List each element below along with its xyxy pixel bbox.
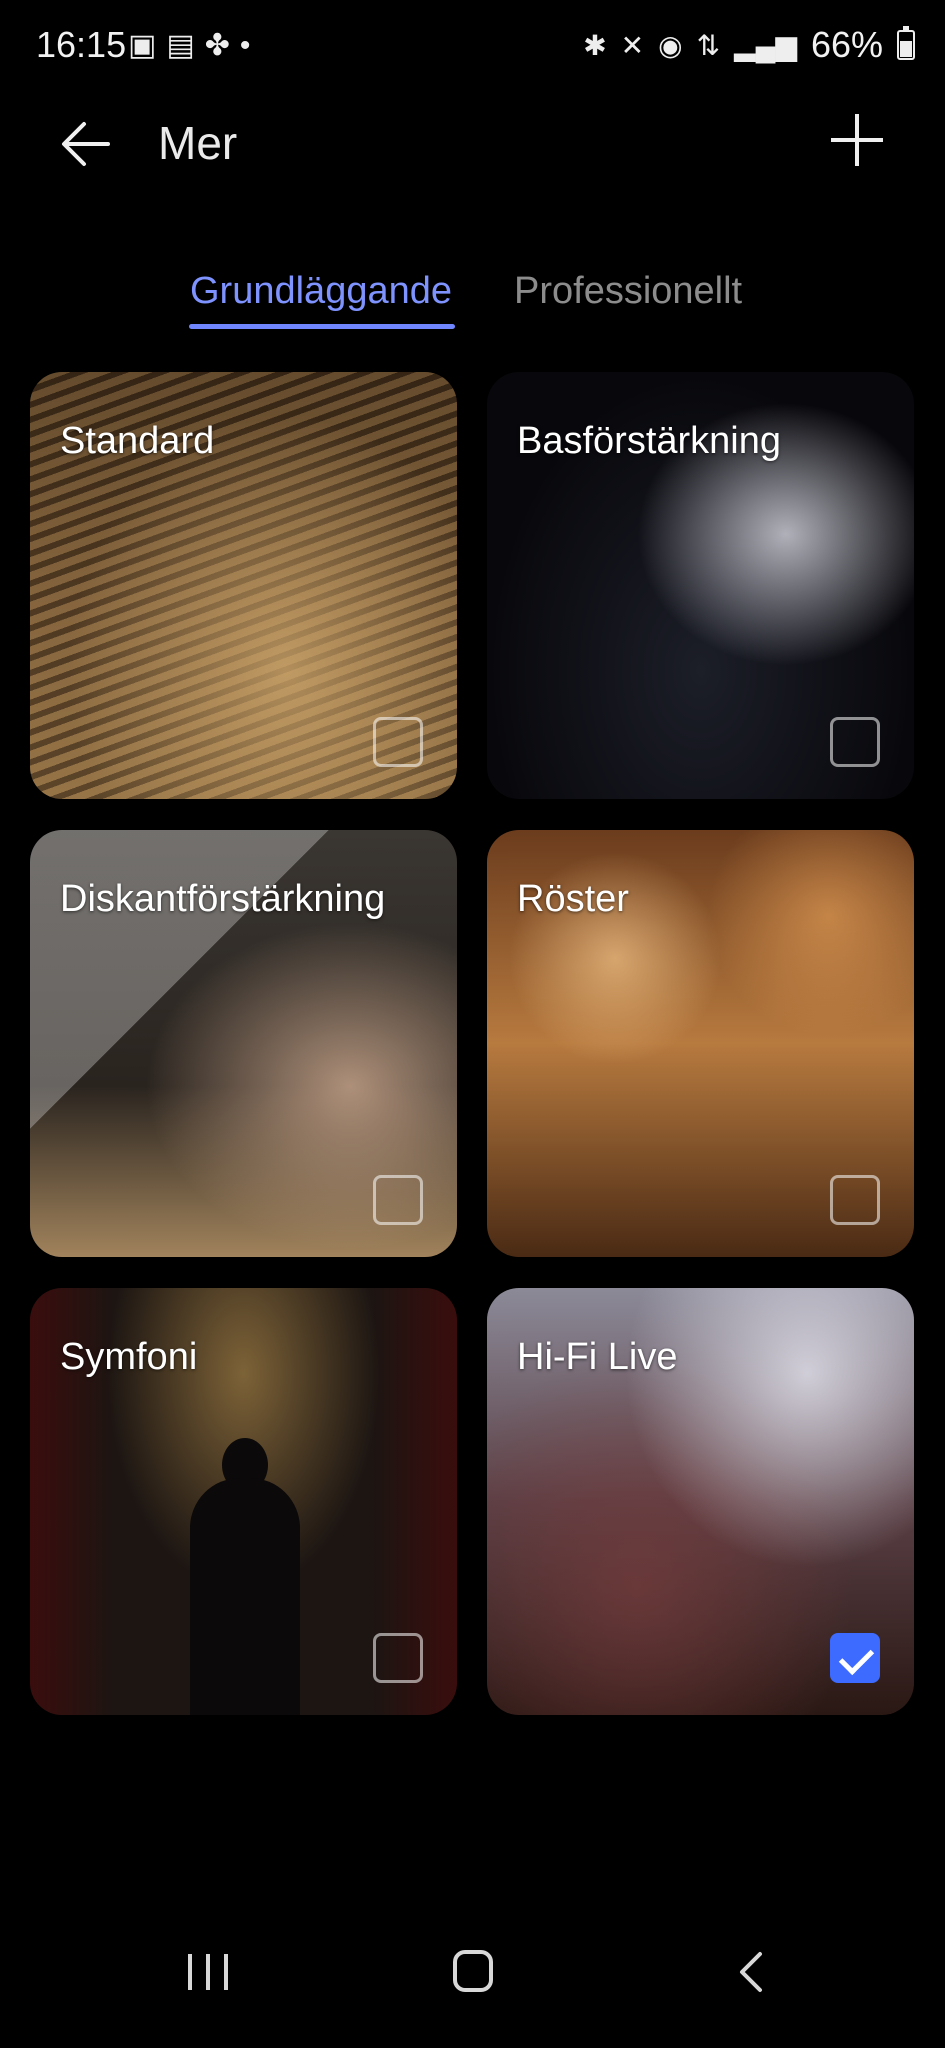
conductor-silhouette-image (190, 1478, 300, 1715)
preset-label: Röster (517, 878, 629, 920)
bluetooth-icon: ✱ (583, 29, 607, 61)
dot-icon: • (239, 29, 251, 62)
recent-apps-icon[interactable] (188, 1954, 228, 1990)
tab-professional[interactable]: Professionellt (514, 270, 742, 313)
preset-checkbox[interactable] (373, 1633, 423, 1683)
preset-label: Symfoni (60, 1336, 198, 1378)
back-arrow-icon[interactable] (58, 114, 118, 174)
tab-bar: Grundläggande Professionellt (0, 262, 945, 332)
preset-card-hifi-live[interactable]: Hi-Fi Live (487, 1288, 914, 1715)
battery-percent: 66% (810, 24, 883, 65)
system-nav-bar (0, 1928, 945, 2048)
preset-checkbox[interactable] (830, 717, 880, 767)
preset-checkbox[interactable] (373, 1175, 423, 1225)
battery-icon (897, 26, 915, 60)
preset-card-voices[interactable]: Röster (487, 830, 914, 1257)
preset-checkbox[interactable] (830, 1175, 880, 1225)
preset-card-treble-boost[interactable]: Diskantförstärkning (30, 830, 457, 1257)
preset-card-standard[interactable]: Standard (30, 372, 457, 799)
home-icon[interactable] (453, 1950, 493, 1992)
mute-icon: ✕ (620, 29, 645, 61)
preset-card-symphony[interactable]: Symfoni (30, 1288, 457, 1715)
hotspot-icon: ◉ (658, 29, 683, 61)
active-tab-indicator (189, 324, 455, 329)
status-bar: 16:15 ▣ ▤ ✤ • ✱ ✕ ◉ ⇅ ▂▄▆ 66% (0, 0, 945, 90)
preset-label: Diskantförstärkning (60, 878, 386, 920)
status-right-icons: ✱ ✕ ◉ ⇅ ▂▄▆ 66% (583, 24, 915, 66)
preset-label: Hi-Fi Live (517, 1336, 678, 1378)
pinwheel-icon: ✤ (204, 29, 230, 62)
page-title: Mer (158, 117, 238, 169)
5g-icon: ⇅ (696, 29, 721, 61)
preset-card-bass-boost[interactable]: Basförstärkning (487, 372, 914, 799)
sim-icon: ▤ (166, 29, 195, 62)
preset-label: Standard (60, 420, 215, 462)
add-icon[interactable] (827, 110, 887, 170)
status-time: 16:15 (36, 24, 127, 65)
preset-checkbox-checked[interactable] (830, 1633, 880, 1683)
preset-checkbox[interactable] (373, 717, 423, 767)
preset-label: Basförstärkning (517, 420, 782, 462)
status-left-icons: ▣ ▤ ✤ • (128, 28, 250, 64)
image-icon: ▣ (128, 29, 157, 62)
app-bar: Mer (0, 100, 945, 200)
signal-icon: ▂▄▆ (734, 29, 797, 61)
nav-back-icon[interactable] (730, 1950, 774, 1994)
tab-basic[interactable]: Grundläggande (190, 270, 452, 313)
